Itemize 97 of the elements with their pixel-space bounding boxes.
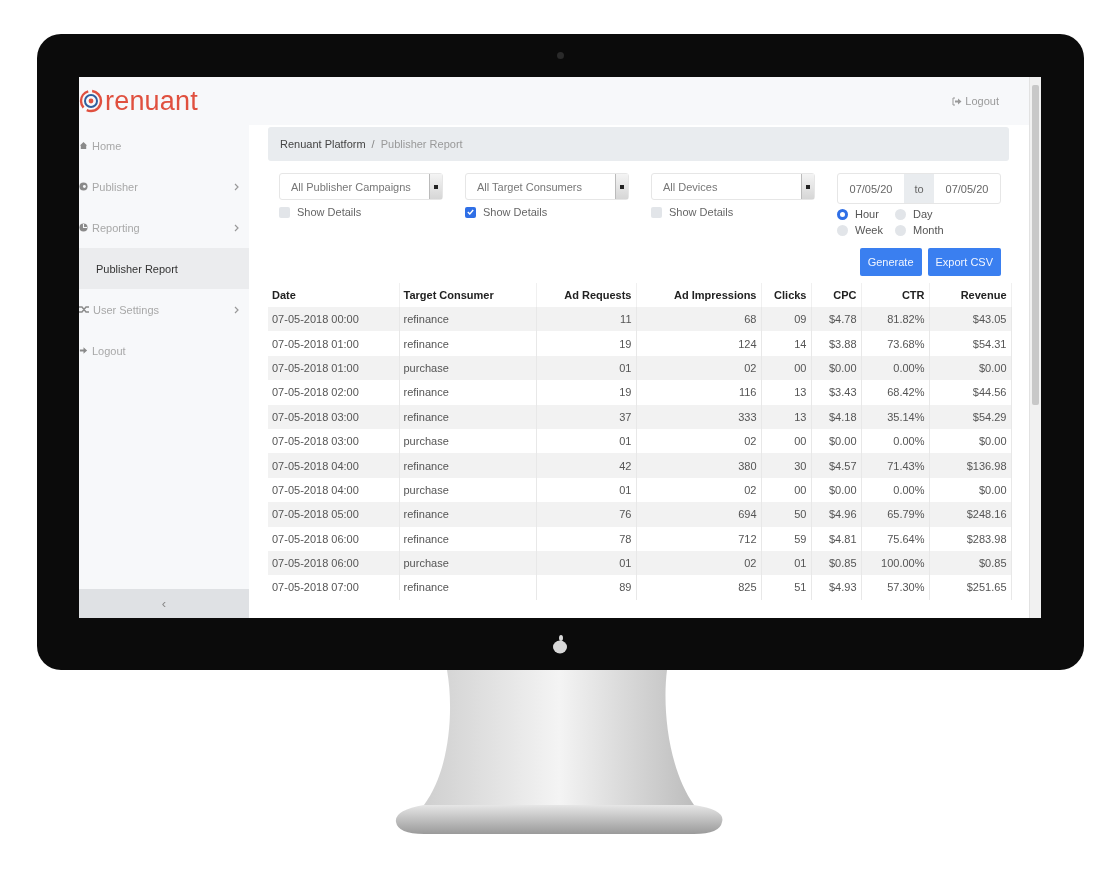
radio-label: Week (855, 224, 883, 236)
sign-out-icon (952, 96, 963, 106)
logout-link[interactable]: Logout (952, 95, 999, 107)
table-cell: 07-05-2018 06:00 (268, 526, 399, 551)
table-cell: refinance (399, 575, 536, 600)
logo-icon (552, 634, 568, 654)
table-cell: 124 (636, 331, 761, 356)
breadcrumb-separator: / (371, 138, 375, 150)
collapse-sidebar-button[interactable]: ‹ (79, 589, 249, 618)
table-cell: $44.56 (929, 380, 1011, 405)
table-cell: 07-05-2018 04:00 (268, 453, 399, 478)
table-cell: refinance (399, 404, 536, 429)
table-cell: 78 (536, 526, 636, 551)
table-cell: refinance (399, 502, 536, 527)
table-cell: 37 (536, 404, 636, 429)
checkbox-label: Show Details (669, 206, 734, 218)
sign-out-icon (79, 346, 88, 355)
granularity-radio[interactable] (895, 224, 906, 236)
show-details-checkbox[interactable] (279, 206, 290, 218)
scrollbar-thumb[interactable] (1032, 85, 1039, 405)
granularity-radio[interactable] (837, 224, 848, 236)
table-cell: $4.81 (811, 526, 861, 551)
chevron-right-icon (234, 182, 239, 191)
table-cell: $54.31 (929, 331, 1011, 356)
table-cell: refinance (399, 526, 536, 551)
breadcrumb-link[interactable]: Publisher Report (380, 138, 463, 150)
table-cell: $136.98 (929, 453, 1011, 478)
table-cell: 07-05-2018 02:00 (268, 380, 399, 405)
show-details-checkbox[interactable] (465, 206, 476, 218)
table-cell: 68.42% (861, 380, 929, 405)
table-cell: $283.98 (929, 526, 1011, 551)
radio-label: Hour (855, 208, 879, 220)
table-cell: 57.30% (861, 575, 929, 600)
table-cell: 65.79% (861, 502, 929, 527)
granularity-radio[interactable] (895, 208, 906, 220)
table-cell: 712 (636, 526, 761, 551)
table-cell: 76 (536, 502, 636, 527)
table-cell: $4.18 (811, 404, 861, 429)
table-cell: 35.14% (861, 404, 929, 429)
radio-label: Day (913, 208, 933, 220)
dropdown-square-icon (806, 184, 810, 189)
table-cell: 07-05-2018 01:00 (268, 331, 399, 356)
table-cell: 07-05-2018 07:00 (268, 575, 399, 600)
table-cell: 380 (636, 453, 761, 478)
table-cell: 333 (636, 404, 761, 429)
table-cell: 07-05-2018 05:00 (268, 502, 399, 527)
sidebar-item[interactable]: Publisher Report (79, 248, 249, 289)
dropdown-square-icon (620, 184, 624, 189)
show-details-checkbox[interactable] (651, 206, 662, 218)
checkbox-label: Show Details (483, 206, 548, 218)
breadcrumb-link[interactable]: Renuant Platform (280, 138, 366, 150)
granularity-radio[interactable] (837, 208, 848, 220)
table-cell: $3.88 (811, 331, 861, 356)
table-cell: 825 (636, 575, 761, 600)
filter-dropdown[interactable]: All Devices (651, 173, 815, 200)
table-cell: 19 (536, 380, 636, 405)
chevron-right-icon (234, 223, 239, 232)
table-cell: 13 (761, 404, 811, 429)
table-cell: 19 (536, 331, 636, 356)
table-cell: 75.64% (861, 526, 929, 551)
table-cell: $248.16 (929, 502, 1011, 527)
table-cell: 116 (636, 380, 761, 405)
table-cell: 30 (761, 453, 811, 478)
target-logo-icon (79, 89, 103, 113)
filter-dropdown[interactable]: All Publisher Campaigns (279, 173, 443, 200)
table-cell: refinance (399, 331, 536, 356)
table-cell: 73.68% (861, 331, 929, 356)
brand-name: renuant (105, 87, 198, 115)
table-cell: $4.96 (811, 502, 861, 527)
shuffle-icon (79, 305, 89, 314)
table-cell: 14 (761, 331, 811, 356)
home-icon (79, 141, 88, 150)
checkbox-label: Show Details (297, 206, 362, 218)
dropdown-square-icon (434, 184, 438, 189)
table-cell: 07-05-2018 03:00 (268, 404, 399, 429)
table-cell: $54.29 (929, 404, 1011, 429)
scrollbar[interactable] (1029, 77, 1041, 618)
chevron-right-icon (234, 305, 239, 314)
table-cell: 51 (761, 575, 811, 600)
table-cell: 50 (761, 502, 811, 527)
table-cell: $3.43 (811, 380, 861, 405)
table-cell: 42 (536, 453, 636, 478)
table-cell: 694 (636, 502, 761, 527)
filter-dropdown[interactable]: All Target Consumers (465, 173, 629, 200)
table-cell: 71.43% (861, 453, 929, 478)
table-cell: $4.93 (811, 575, 861, 600)
table-cell: 89 (536, 575, 636, 600)
action-button[interactable]: Export CSV (927, 248, 1001, 276)
table-cell: 59 (761, 526, 811, 551)
table-cell: $251.65 (929, 575, 1011, 600)
table-cell: refinance (399, 453, 536, 478)
table-cell: refinance (399, 380, 536, 405)
table-cell: 13 (761, 380, 811, 405)
radio-label: Month (913, 224, 944, 236)
action-button[interactable]: Generate (859, 248, 922, 276)
camera-icon (556, 52, 564, 59)
table-cell: $4.57 (811, 453, 861, 478)
